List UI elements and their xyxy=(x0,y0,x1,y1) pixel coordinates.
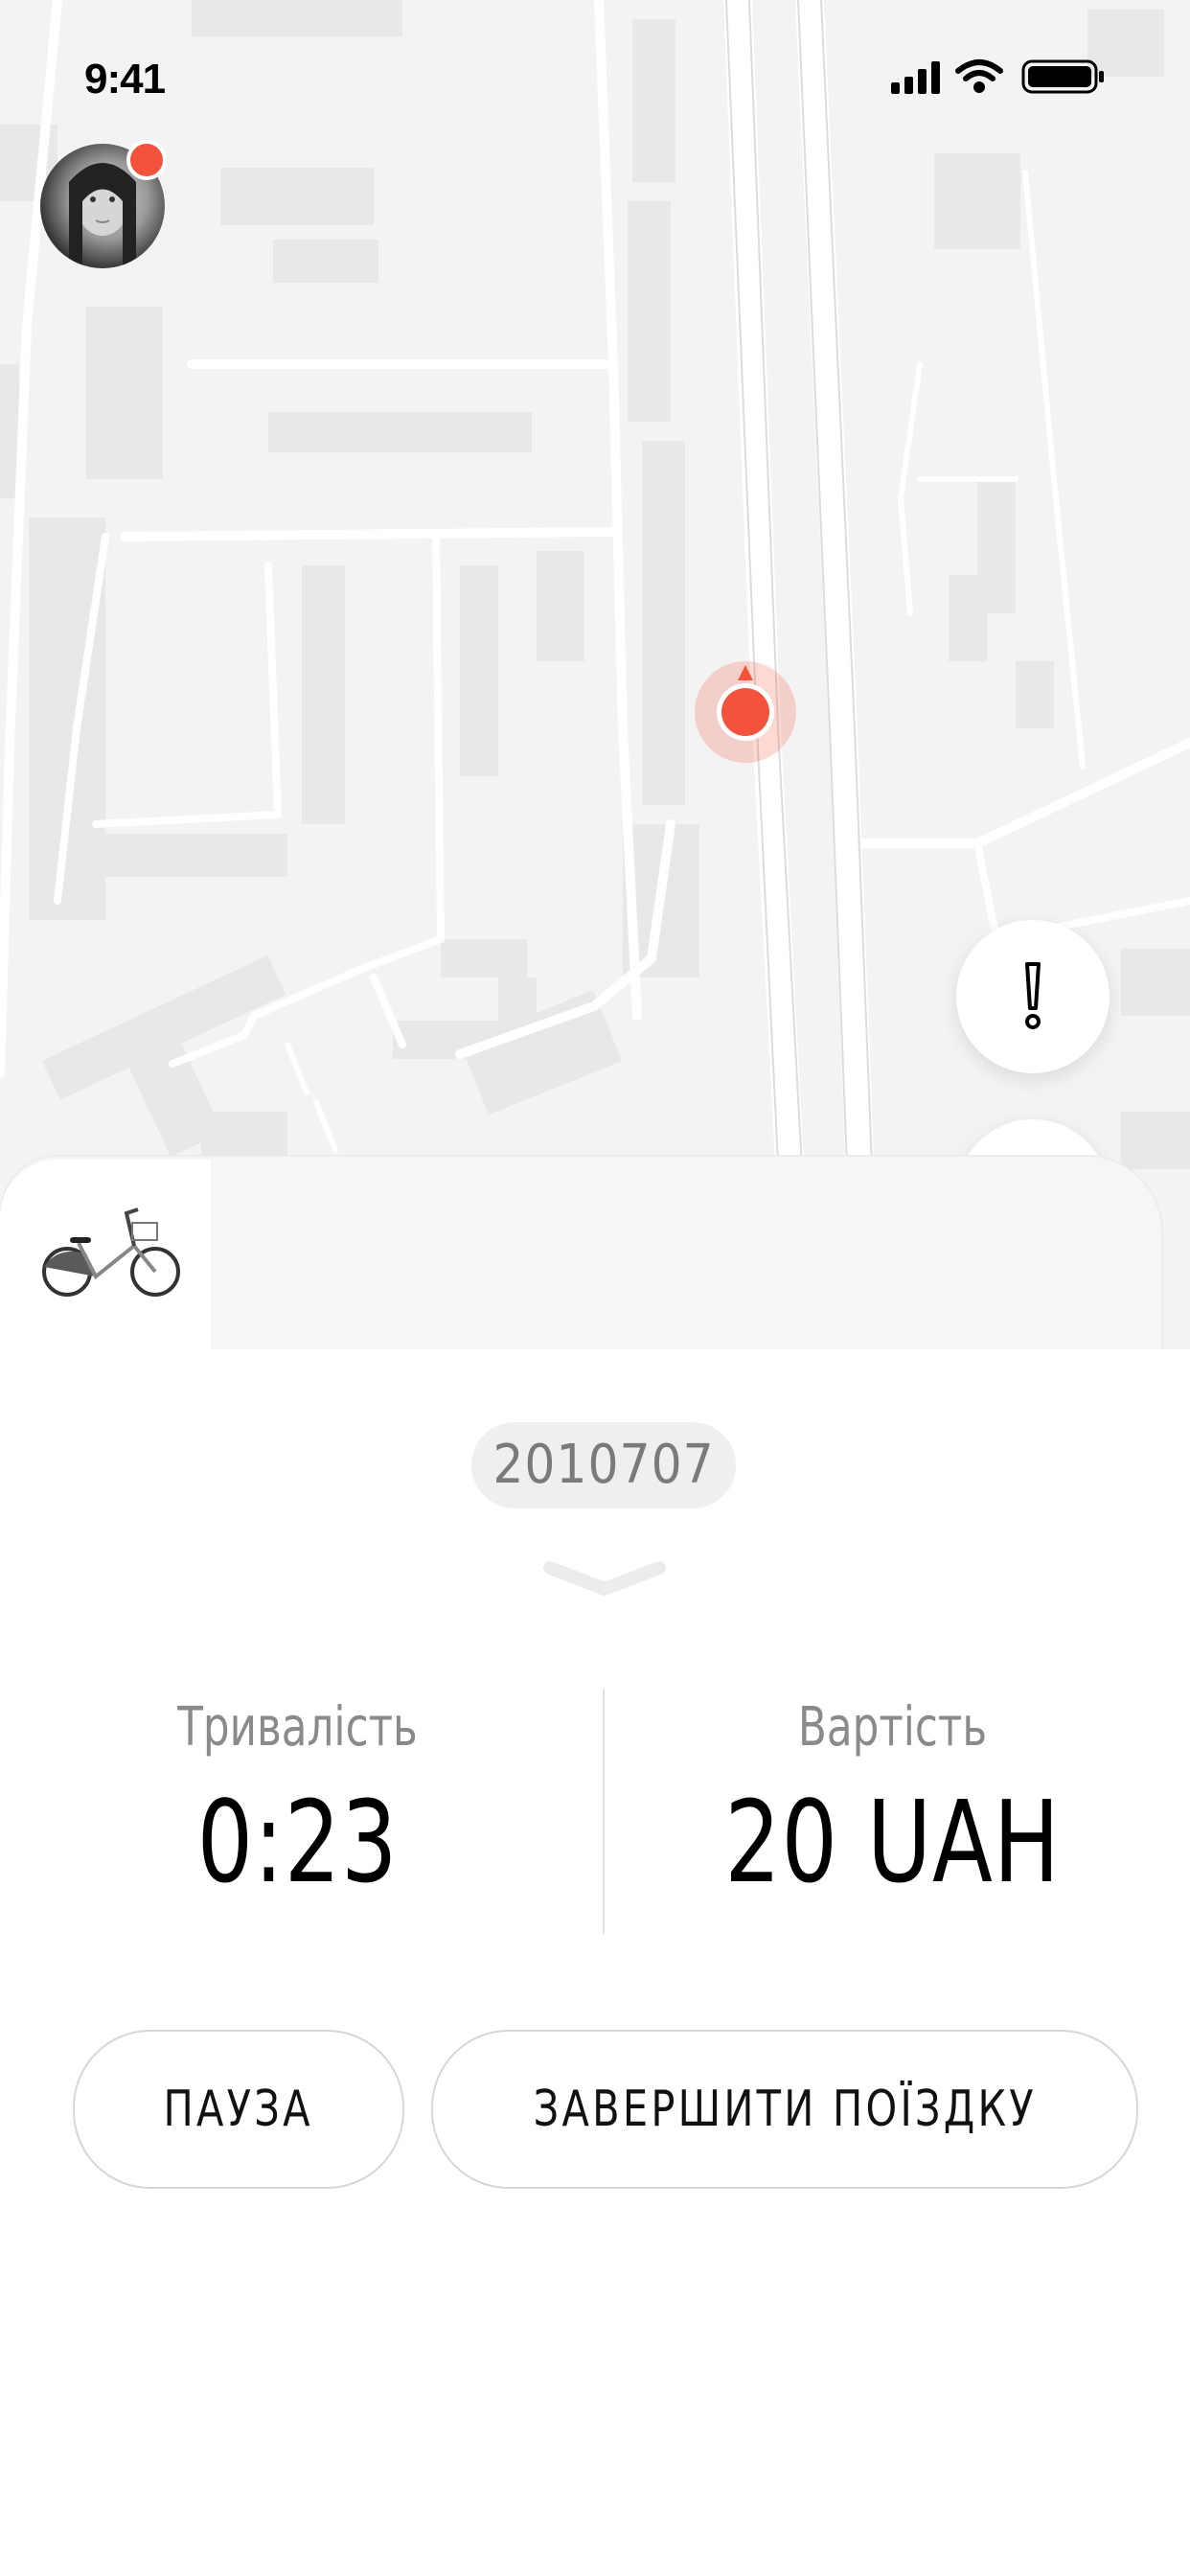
status-time: 9:41 xyxy=(84,56,166,103)
wifi-icon xyxy=(955,59,1003,93)
ride-sheet xyxy=(0,1349,1190,2576)
cost-label: Вартість xyxy=(797,1696,988,1759)
signal-icon xyxy=(891,61,940,94)
duration-value: 0:23 xyxy=(196,1776,399,1908)
cost-value: 20 UAH xyxy=(724,1776,1061,1908)
status-bar: 9:41 xyxy=(0,0,1190,144)
battery-icon xyxy=(1021,59,1104,94)
report-problem-button[interactable] xyxy=(956,920,1110,1073)
pause-button-label: ПАУЗА xyxy=(163,2081,314,2138)
cost-stat: Вартість 20 UAH xyxy=(595,1696,1190,1908)
location-pin-icon xyxy=(695,661,796,763)
status-icons xyxy=(891,56,1111,94)
exclamation-icon xyxy=(1025,962,1041,1029)
bike-id-badge: 2010707 xyxy=(471,1422,736,1508)
end-ride-button[interactable]: ЗАВЕРШИТИ ПОЇЗДКУ xyxy=(431,2030,1138,2189)
pause-button[interactable]: ПАУЗА xyxy=(73,2030,404,2189)
duration-stat: Тривалість 0:23 xyxy=(0,1696,595,1908)
chevron-down-icon[interactable] xyxy=(542,1556,667,1598)
notification-dot xyxy=(126,140,167,180)
bicycle-icon xyxy=(42,1208,180,1297)
duration-label: Тривалість xyxy=(177,1696,418,1759)
bike-tab[interactable] xyxy=(0,1160,211,1351)
user-avatar[interactable] xyxy=(40,140,167,268)
end-ride-button-label: ЗАВЕРШИТИ ПОЇЗДКУ xyxy=(533,2081,1037,2138)
